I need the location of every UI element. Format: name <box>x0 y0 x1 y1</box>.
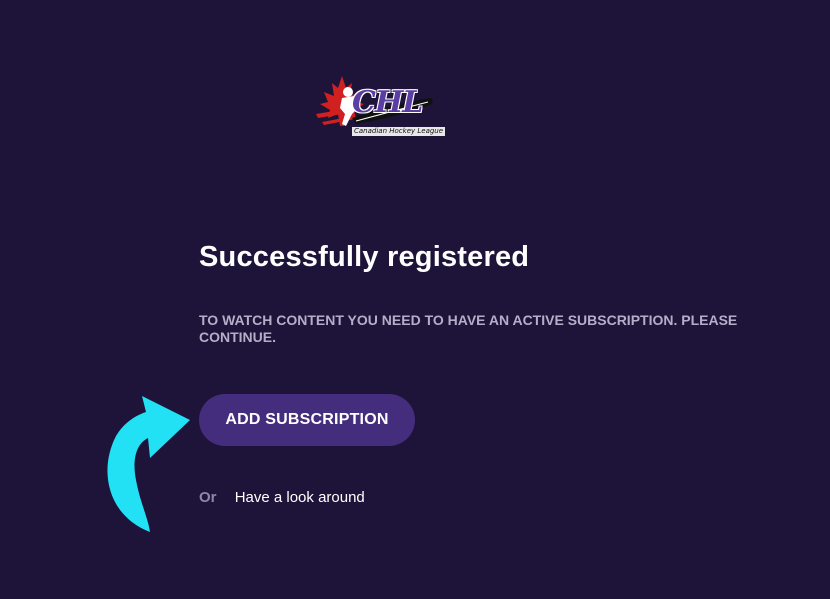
alternative-row: Or Have a look around <box>199 488 365 508</box>
subscription-message: TO WATCH CONTENT YOU NEED TO HAVE AN ACT… <box>199 312 738 345</box>
or-label: Or <box>199 489 217 506</box>
have-a-look-around-link[interactable]: Have a look around <box>235 489 365 506</box>
logo-wordmark: CHL <box>352 85 423 120</box>
add-subscription-button[interactable]: ADD SUBSCRIPTION <box>199 394 415 446</box>
logo-subtitle: Canadian Hockey League <box>352 127 446 136</box>
curved-arrow-icon <box>107 396 190 532</box>
page-title: Successfully registered <box>199 241 530 273</box>
